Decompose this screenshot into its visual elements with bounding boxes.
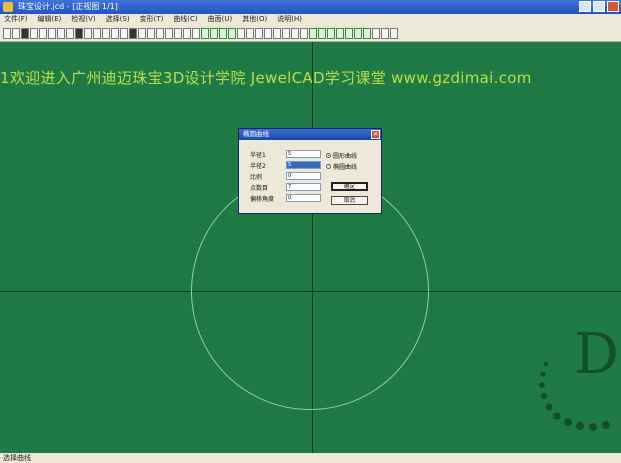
tool-curve-icon[interactable] [282, 27, 290, 39]
tool-render-icon[interactable] [129, 27, 137, 39]
tool-paste-icon[interactable] [111, 27, 119, 39]
field-radius-1: 半径1 5 [250, 150, 321, 159]
menu-bar: 文件(F) 编辑(E) 检视(V) 选择(S) 变形(T) 曲线(C) 曲面(U… [0, 14, 621, 25]
field-radius-2: 半径2 5 [250, 161, 321, 170]
cancel-button[interactable]: 取消 [331, 196, 368, 205]
status-bar: 选择曲线 [0, 453, 621, 463]
logo-dots [539, 361, 610, 431]
dialog-close-icon[interactable]: × [371, 130, 380, 139]
tool-mirror-icon[interactable] [57, 27, 65, 39]
tool-arrow-right-icon[interactable] [228, 27, 236, 39]
tool-redo-icon[interactable] [390, 27, 398, 39]
tool-green-d-icon[interactable] [336, 27, 344, 39]
tool-scale-icon[interactable] [39, 27, 47, 39]
menu-select[interactable]: 选择(S) [106, 14, 130, 25]
tool-move-icon[interactable] [30, 27, 38, 39]
tool-arrow-down-icon[interactable] [210, 27, 218, 39]
menu-other[interactable]: 其他(O) [242, 14, 267, 25]
menu-help[interactable]: 说明(H) [277, 14, 302, 25]
ratio-input[interactable]: 0 [286, 172, 321, 180]
tool-grid-icon[interactable] [147, 27, 155, 39]
tool-green-a-icon[interactable] [309, 27, 317, 39]
tool-point-icon[interactable] [21, 27, 29, 39]
tool-sweep-icon[interactable] [300, 27, 308, 39]
tool-view-3d-icon[interactable] [192, 27, 200, 39]
app-icon [3, 2, 13, 12]
tool-green-e-icon[interactable] [345, 27, 353, 39]
radio-circle-curve[interactable]: 圆形曲线 [326, 151, 357, 160]
radio-label: 椭圆曲线 [333, 164, 358, 171]
tool-zoom-all-icon[interactable] [264, 27, 272, 39]
tool-green-g-icon[interactable] [363, 27, 371, 39]
field-label: 比例 [250, 173, 263, 181]
tool-fill-icon[interactable] [75, 27, 83, 39]
tool-print-icon[interactable] [93, 27, 101, 39]
tool-save-icon[interactable] [84, 27, 92, 39]
radio-unchecked-icon [326, 164, 331, 169]
menu-file[interactable]: 文件(F) [4, 14, 28, 25]
ellipse-curve-dialog: 椭圆曲线 × 半径1 5 半径2 5 比例 0 点数目 7 偏移角度 0 圆形曲… [238, 128, 382, 214]
tool-copy-icon[interactable] [102, 27, 110, 39]
window-titlebar: 珠宝设计.jcd - [正视图 1/1] [0, 0, 621, 14]
maximize-button[interactable] [593, 1, 605, 12]
tool-shade-icon[interactable] [120, 27, 128, 39]
field-offset-angle: 偏移角度 0 [250, 194, 321, 203]
tool-view-top-icon[interactable] [183, 27, 191, 39]
tool-green-c-icon[interactable] [327, 27, 335, 39]
menu-view[interactable]: 检视(V) [71, 14, 95, 25]
tool-zoom-out-icon[interactable] [246, 27, 254, 39]
tool-green-b-icon[interactable] [318, 27, 326, 39]
tool-zoom-in-icon[interactable] [237, 27, 245, 39]
radio-ellipse-curve[interactable]: 椭圆曲线 [326, 162, 357, 171]
dialog-title: 椭圆曲线 [243, 130, 269, 138]
radius-2-input[interactable]: 5 [286, 161, 321, 169]
toolbar [0, 25, 621, 42]
tool-arrow-left-icon[interactable] [219, 27, 227, 39]
tool-select-icon[interactable] [12, 27, 20, 39]
tool-view-front-icon[interactable] [165, 27, 173, 39]
field-ratio: 比例 0 [250, 172, 321, 181]
tool-triangle-icon[interactable] [201, 27, 209, 39]
tool-box-icon[interactable] [66, 27, 74, 39]
window-title: 珠宝设计.jcd - [正视图 1/1] [18, 2, 118, 11]
radius-1-input[interactable]: 5 [286, 150, 321, 158]
close-window-button[interactable] [607, 1, 619, 12]
menu-curve[interactable]: 曲线(C) [173, 14, 197, 25]
field-point-count: 点数目 7 [250, 183, 321, 192]
field-label: 偏移角度 [250, 195, 275, 203]
tool-surface-icon[interactable] [291, 27, 299, 39]
watermark-text: 1欢迎进入广州迪迈珠宝3D设计学院 JewelCAD学习课堂 www.gzdim… [0, 69, 532, 87]
menu-transform[interactable]: 变形(T) [140, 14, 164, 25]
tool-pointer-icon[interactable] [3, 27, 11, 39]
field-label: 点数目 [250, 184, 269, 192]
tool-zoom-window-icon[interactable] [255, 27, 263, 39]
minimize-button[interactable] [579, 1, 591, 12]
drawing-canvas[interactable]: 1欢迎进入广州迪迈珠宝3D设计学院 JewelCAD学习课堂 www.gzdim… [0, 42, 621, 453]
field-label: 半径1 [250, 151, 266, 159]
tool-pan-icon[interactable] [273, 27, 281, 39]
menu-surface[interactable]: 曲面(U) [208, 14, 233, 25]
status-text: 选择曲线 [3, 454, 31, 462]
tool-undo-icon[interactable] [381, 27, 389, 39]
point-count-input[interactable]: 7 [286, 183, 321, 191]
ok-button[interactable]: 确定 [331, 182, 368, 191]
tool-green-f-icon[interactable] [354, 27, 362, 39]
tool-rotate-icon[interactable] [48, 27, 56, 39]
radio-checked-icon [326, 153, 331, 158]
tool-view-side-icon[interactable] [174, 27, 182, 39]
offset-angle-input[interactable]: 0 [286, 194, 321, 202]
field-label: 半径2 [250, 162, 266, 170]
tool-layout-icon[interactable] [156, 27, 164, 39]
tool-wire-icon[interactable] [138, 27, 146, 39]
tool-hand-icon[interactable] [372, 27, 380, 39]
radio-label: 圆形曲线 [333, 153, 358, 160]
menu-edit[interactable]: 编辑(E) [38, 14, 62, 25]
dialog-titlebar: 椭圆曲线 × [239, 129, 381, 140]
